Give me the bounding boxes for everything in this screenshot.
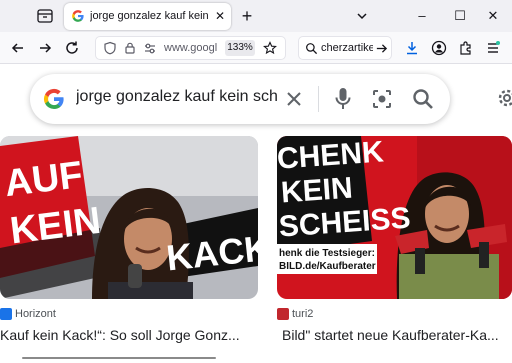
- tab-list-icon[interactable]: [36, 8, 54, 24]
- settings-gear-icon[interactable]: [495, 86, 512, 110]
- result-source[interactable]: turi2: [277, 308, 397, 322]
- page-content: jorge gonzalez kauf kein sch AUF KEIN KA…: [0, 64, 512, 363]
- google-logo-icon: [43, 88, 64, 110]
- zoom-level-badge[interactable]: 133%: [225, 40, 255, 56]
- url-bar[interactable]: www.googl 133%: [95, 36, 286, 60]
- menu-icon[interactable]: [485, 40, 501, 56]
- close-window-icon[interactable]: ✕: [484, 7, 502, 25]
- shield-icon[interactable]: [103, 41, 117, 55]
- result-thumbnail[interactable]: AUF KEIN KACK: [0, 136, 258, 299]
- search-bar[interactable]: cherzartike: [298, 36, 392, 60]
- extensions-icon[interactable]: [458, 40, 474, 56]
- maximize-icon[interactable]: ☐: [451, 7, 469, 25]
- google-search-box[interactable]: jorge gonzalez kauf kein sch: [30, 74, 450, 124]
- thumbnail-image: CHENK KEIN SCHEISS henk die Testsieger: …: [277, 136, 512, 299]
- bookmark-star-icon[interactable]: [263, 41, 277, 55]
- back-arrow-icon[interactable]: [10, 40, 26, 56]
- horizontal-scroll-indicator[interactable]: [22, 357, 216, 359]
- lock-icon[interactable]: [123, 41, 137, 55]
- result-thumbnail[interactable]: CHENK KEIN SCHEISS henk die Testsieger: …: [277, 136, 512, 299]
- result-headline[interactable]: Kauf kein Kack!“: So soll Jorge Gonz...: [0, 327, 256, 343]
- url-text[interactable]: www.googl: [164, 42, 220, 54]
- image-result-card[interactable]: CHENK KEIN SCHEISS henk die Testsieger: …: [277, 136, 512, 346]
- horizont-favicon-icon: [0, 308, 12, 320]
- navigation-toolbar: www.googl 133% cherzartike: [0, 32, 512, 64]
- search-bar-text[interactable]: cherzartike: [321, 42, 373, 54]
- tab-bar: jorge gonzalez kauf kein scheiß ✕ + – ☐ …: [0, 0, 512, 32]
- search-icon: [306, 43, 318, 55]
- google-search-input[interactable]: jorge gonzalez kauf kein sch: [76, 88, 304, 106]
- search-box-divider: [318, 86, 319, 112]
- clear-search-icon[interactable]: [282, 87, 306, 111]
- result-source-name: turi2: [292, 308, 314, 320]
- minimize-icon[interactable]: –: [413, 7, 431, 25]
- result-source[interactable]: Horizont: [0, 308, 120, 322]
- camera-lens-icon[interactable]: [370, 87, 394, 111]
- forward-arrow-icon[interactable]: [37, 40, 53, 56]
- thumbnail-caption: BILD.de/Kaufberater: [279, 261, 376, 272]
- tab-close-icon[interactable]: ✕: [213, 9, 227, 23]
- reload-icon[interactable]: [64, 40, 80, 56]
- turi2-favicon-icon: [277, 308, 289, 320]
- account-icon[interactable]: [431, 40, 447, 56]
- image-result-card[interactable]: AUF KEIN KACK Horizont Kauf kein Kack!“:…: [0, 136, 258, 346]
- active-tab[interactable]: jorge gonzalez kauf kein scheiß ✕: [64, 3, 231, 30]
- search-submit-icon[interactable]: [410, 86, 436, 112]
- permissions-icon[interactable]: [143, 41, 157, 55]
- thumbnail-word: KEIN: [280, 172, 354, 210]
- new-tab-icon[interactable]: +: [239, 7, 255, 25]
- thumbnail-caption: henk die Testsieger:: [279, 248, 375, 259]
- download-icon[interactable]: [404, 40, 420, 56]
- chevron-down-icon[interactable]: [355, 9, 369, 23]
- thumbnail-image: AUF KEIN KACK: [0, 136, 258, 299]
- go-arrow-icon[interactable]: [375, 42, 388, 55]
- tab-title: jorge gonzalez kauf kein scheiß: [90, 10, 210, 22]
- microphone-icon[interactable]: [331, 86, 355, 112]
- google-favicon-icon: [72, 10, 84, 22]
- result-headline[interactable]: Bild" startet neue Kaufberater-Ka...: [282, 327, 512, 343]
- result-source-name: Horizont: [15, 308, 56, 320]
